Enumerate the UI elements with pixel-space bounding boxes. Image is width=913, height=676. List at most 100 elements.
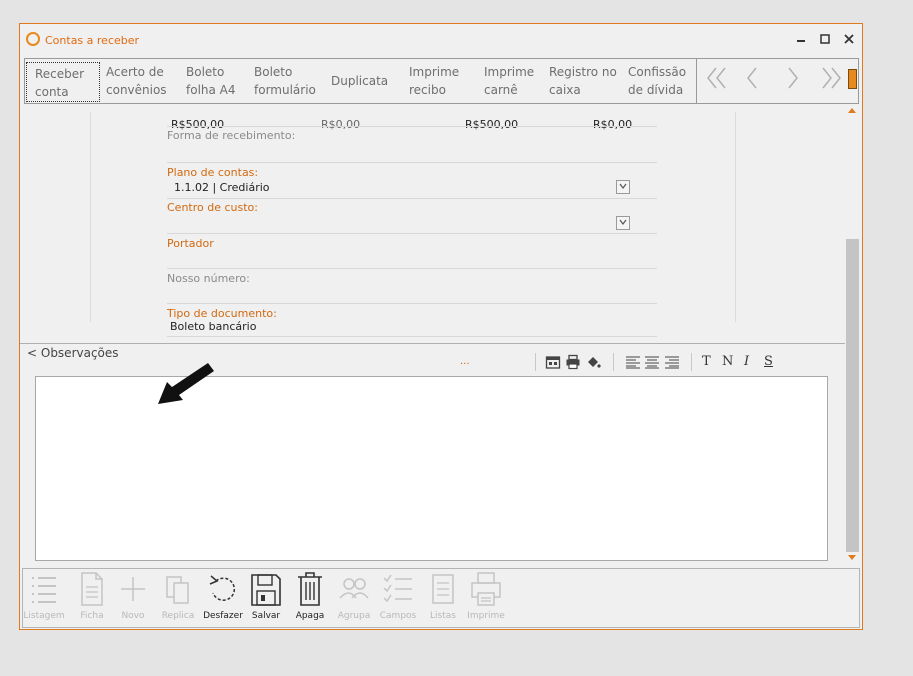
plano-contas-value[interactable]: 1.1.02 | Crediário — [174, 181, 270, 194]
tab-acerto-convenios[interactable]: Acerto de convênios — [106, 63, 167, 99]
tab-receber-conta[interactable]: Receber conta — [26, 62, 100, 102]
align-left-button[interactable] — [625, 354, 641, 370]
vertical-scrollbar[interactable] — [845, 104, 859, 566]
tab-label-line2: de dívida — [628, 83, 684, 97]
observacoes-toggle[interactable]: < Observações — [27, 346, 119, 360]
chevron-down-icon — [619, 183, 627, 189]
salvar-button[interactable]: Salvar — [249, 571, 283, 625]
replica-button[interactable]: Replica — [161, 571, 195, 625]
field-divider — [167, 336, 657, 337]
tab-label-line2: formulário — [254, 83, 316, 97]
chevron-left-icon — [747, 67, 757, 89]
value-cell: R$0,00 — [593, 118, 633, 131]
field-divider — [167, 126, 657, 127]
align-left-icon — [626, 356, 640, 369]
tab-label-line1: Receber — [35, 67, 85, 81]
scroll-down-button[interactable] — [845, 554, 859, 566]
column-divider-right — [735, 112, 736, 322]
contas-a-receber-window: Contas a receber Receber conta Acerto de… — [19, 23, 863, 630]
copy-icon — [166, 576, 189, 604]
align-right-button[interactable] — [664, 354, 680, 370]
tab-imprime-recibo[interactable]: Imprime recibo — [409, 63, 459, 99]
chevron-down-icon — [619, 219, 627, 225]
align-center-icon — [645, 356, 659, 369]
double-chevron-right-icon — [822, 67, 841, 89]
imprime-button[interactable]: Imprime — [467, 571, 505, 625]
tab-boleto-formulario[interactable]: Boleto formulário — [254, 63, 316, 99]
first-record-button[interactable] — [706, 63, 728, 99]
tab-label-line1: Boleto — [254, 65, 293, 79]
triangle-down-icon — [848, 555, 856, 560]
italic-button[interactable]: I — [744, 354, 749, 370]
undo-icon — [209, 575, 235, 601]
listas-button[interactable]: Listas — [426, 571, 460, 625]
forma-recebimento-label: Forma de recebimento: — [167, 129, 296, 142]
tab-label-line2: folha A4 — [186, 83, 236, 97]
minimize-button[interactable] — [790, 30, 812, 50]
nosso-numero-field[interactable] — [167, 303, 657, 304]
tab-label-line1: Imprime — [484, 65, 535, 79]
desfazer-button[interactable]: Desfazer — [203, 571, 243, 625]
next-record-button[interactable] — [786, 63, 800, 99]
last-record-button[interactable] — [820, 63, 842, 99]
text-style-n-button[interactable]: N — [722, 354, 733, 370]
previous-record-button[interactable] — [745, 63, 759, 99]
window-title: Contas a receber — [45, 34, 140, 47]
centro-custo-field[interactable] — [167, 233, 657, 234]
list-icon — [32, 577, 56, 603]
fill-color-button[interactable] — [585, 354, 601, 370]
toolbar-status-marker — [848, 69, 857, 89]
tab-duplicata[interactable]: Duplicata — [331, 72, 388, 108]
tab-label-line1: Registro no — [549, 65, 617, 79]
checklist-icon — [383, 574, 412, 603]
tab-label-line1: Acerto de — [106, 65, 164, 79]
title-bar: Contas a receber — [20, 24, 862, 56]
campos-button[interactable]: Campos — [380, 571, 416, 625]
printer-icon — [471, 572, 501, 606]
close-button[interactable] — [838, 30, 860, 50]
plano-contas-dropdown-button[interactable] — [616, 180, 630, 194]
tipo-documento-value[interactable]: Boleto bancário — [170, 320, 256, 333]
forma-recebimento-field[interactable] — [167, 162, 657, 163]
ficha-button[interactable]: Ficha — [75, 571, 109, 625]
print-text-button[interactable] — [565, 354, 581, 370]
tab-label-line2: carnê — [484, 83, 518, 97]
apaga-button[interactable]: Apaga — [293, 571, 327, 625]
text-style-t-button[interactable]: T — [702, 354, 711, 370]
app-logo-icon — [26, 32, 40, 46]
column-divider-left — [90, 112, 91, 322]
portador-label: Portador — [167, 237, 214, 250]
close-icon — [844, 34, 854, 44]
minimize-icon — [797, 40, 805, 42]
scroll-up-button[interactable] — [845, 106, 859, 118]
maximize-button[interactable] — [814, 30, 836, 50]
tab-label-line2: convênios — [106, 83, 167, 97]
insert-date-button[interactable] — [545, 354, 561, 370]
align-center-button[interactable] — [644, 354, 660, 370]
tab-confissao-divida[interactable]: Confissão de dívida — [628, 63, 686, 99]
form-content: R$500,00 R$0,00 R$500,00 R$0,00 Forma de… — [20, 112, 845, 344]
tab-imprime-carne[interactable]: Imprime carnê — [484, 63, 534, 99]
novo-button[interactable]: Novo — [116, 571, 150, 625]
tab-boleto-folha-a4[interactable]: Boleto folha A4 — [186, 63, 236, 99]
tab-registro-caixa[interactable]: Registro no caixa — [549, 63, 617, 99]
value-cell: R$500,00 — [465, 118, 519, 131]
observacoes-divider — [20, 343, 845, 344]
value-cell: R$0,00 — [321, 118, 361, 131]
floppy-icon — [251, 574, 281, 606]
scrollbar-thumb[interactable] — [846, 239, 859, 552]
centro-custo-dropdown-button[interactable] — [616, 216, 630, 230]
agrupa-button[interactable]: Agrupa — [337, 571, 371, 625]
group-icon — [339, 578, 369, 599]
observacoes-editor[interactable] — [35, 376, 828, 561]
tab-label-line1: Imprime — [409, 65, 460, 79]
listagem-button[interactable]: Listagem — [23, 571, 65, 625]
tab-label-line2: conta — [35, 85, 69, 99]
trash-icon — [298, 572, 322, 606]
text-style-s-button[interactable]: S — [764, 354, 773, 370]
observacoes-more-button[interactable]: ... — [460, 356, 470, 367]
portador-field[interactable] — [167, 268, 657, 269]
printer-icon — [566, 354, 580, 370]
triangle-up-icon — [848, 108, 856, 113]
double-chevron-left-icon — [707, 67, 726, 89]
